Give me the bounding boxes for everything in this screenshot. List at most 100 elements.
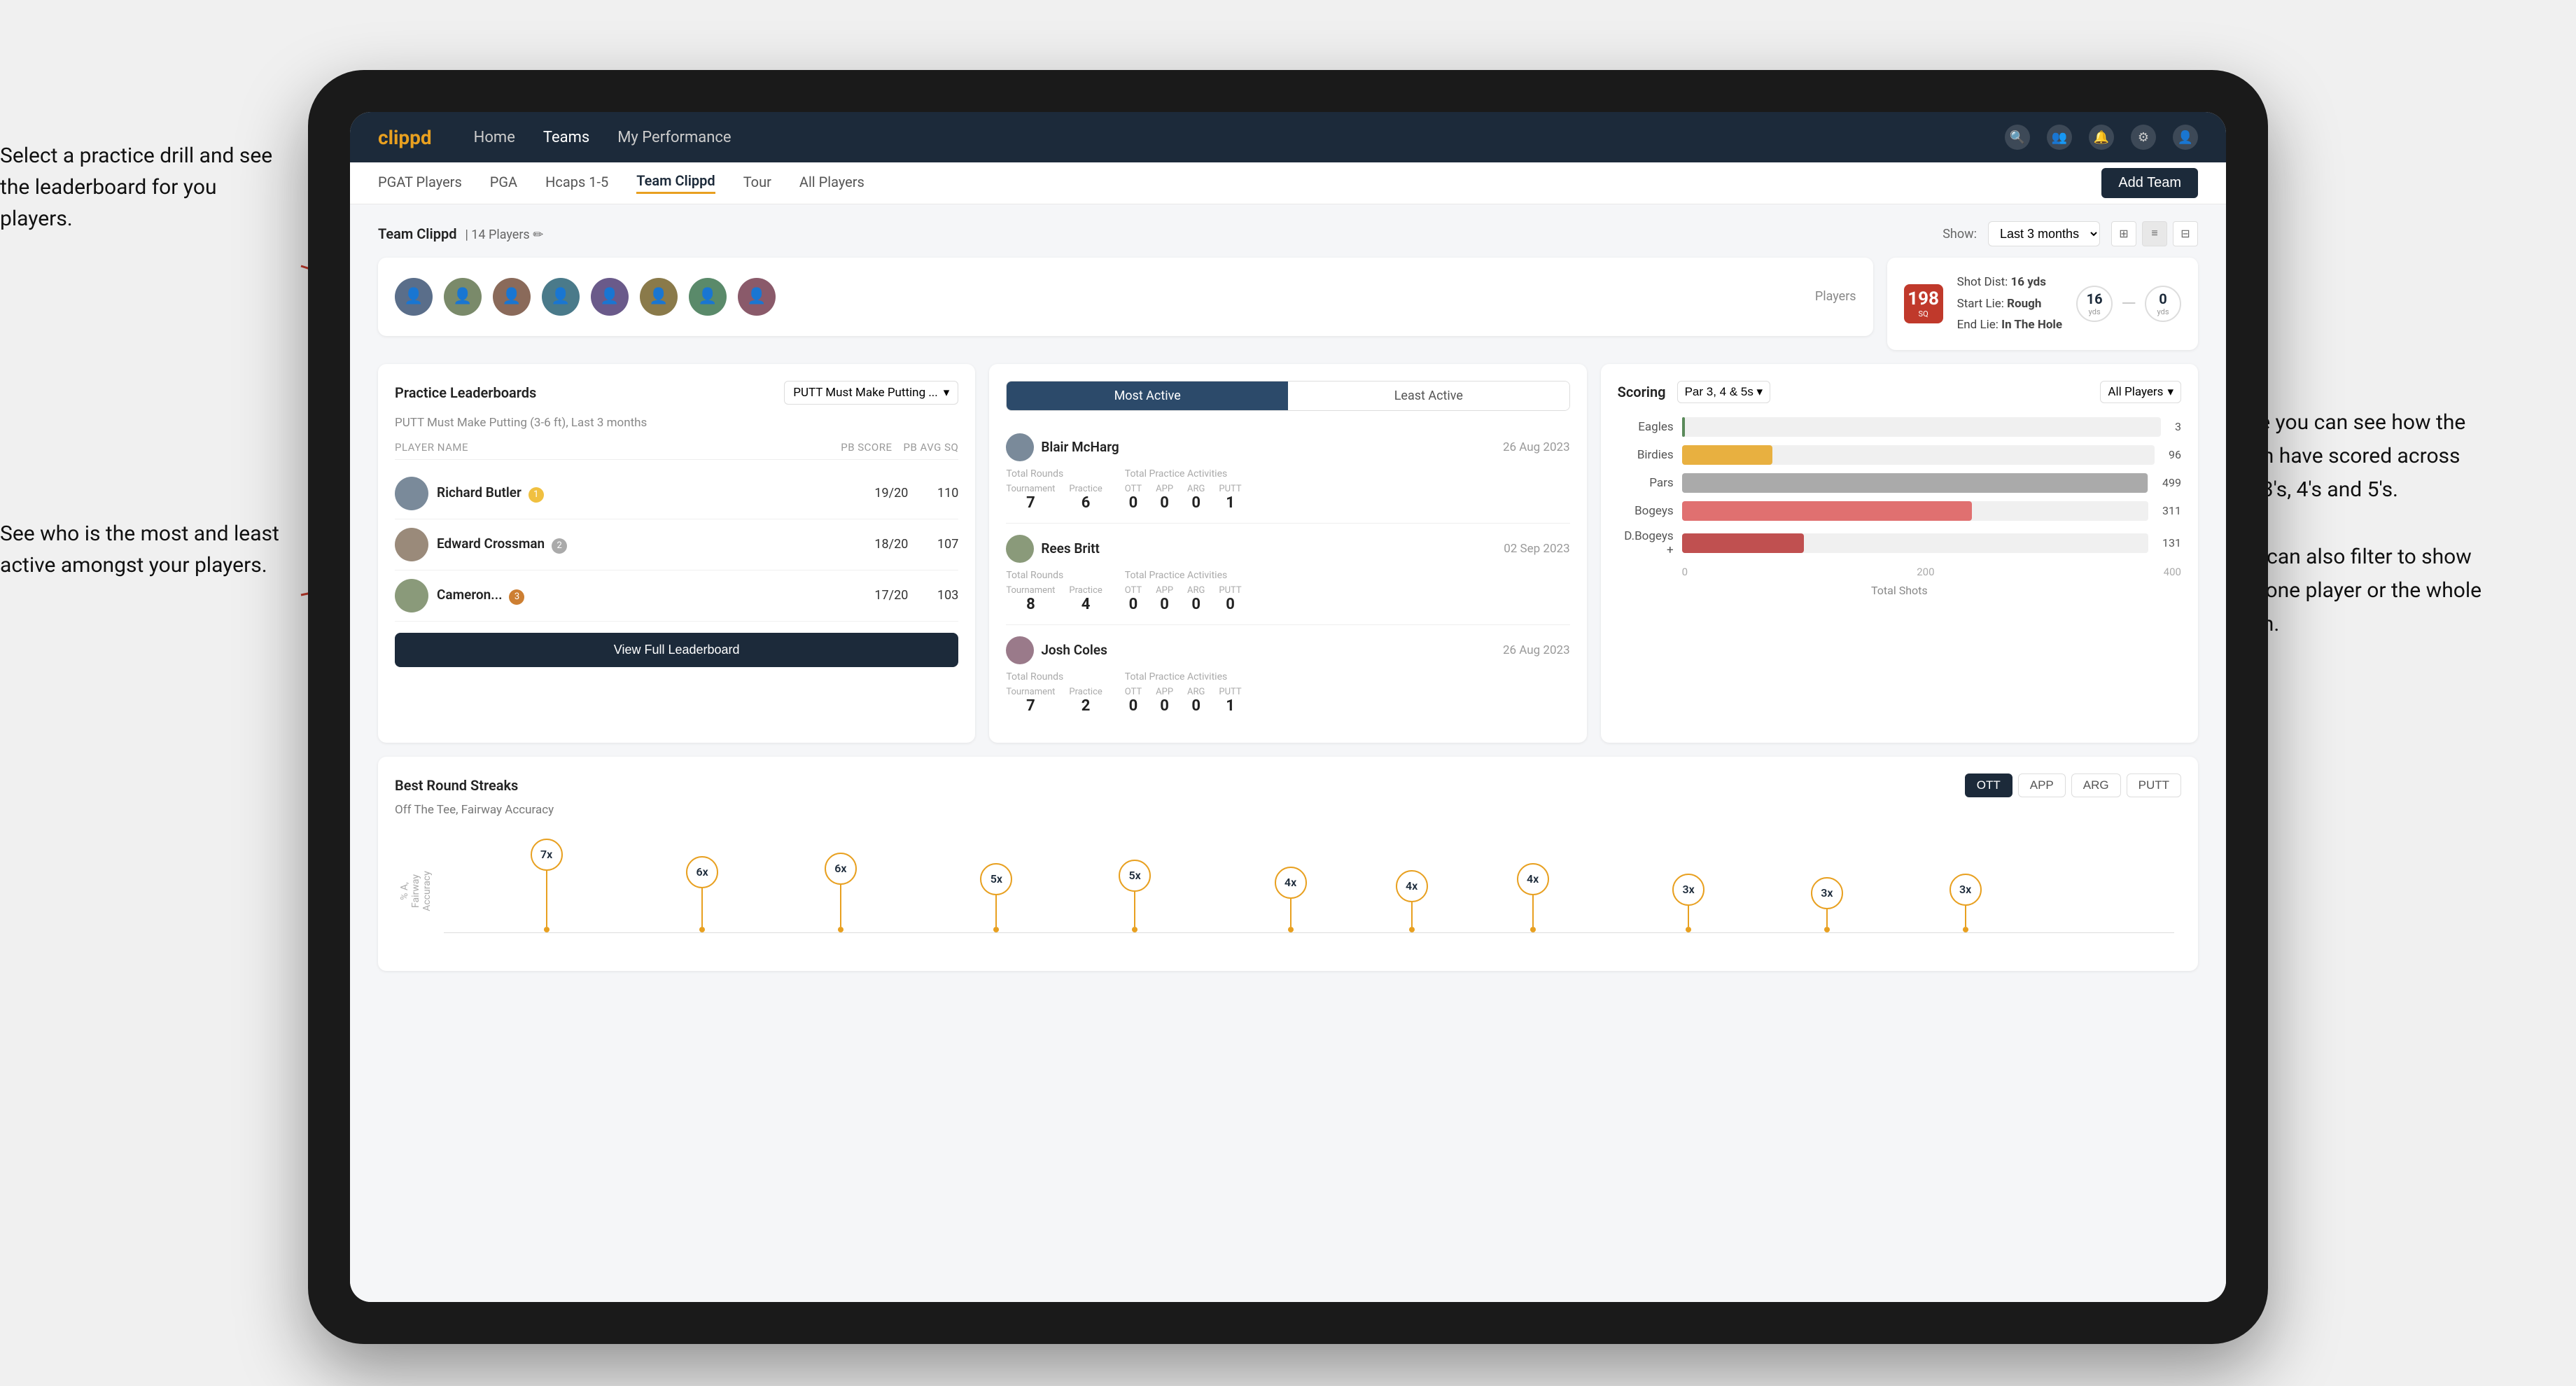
player-avatar-7[interactable]: 👤 (689, 278, 727, 316)
bar-row-eagles: Eagles 3 (1618, 417, 2181, 437)
player-avatar-8[interactable]: 👤 (738, 278, 776, 316)
add-team-button[interactable]: Add Team (2101, 168, 2198, 198)
lb-avatar-3 (395, 579, 428, 612)
lb-badge-gold: 1 (528, 487, 544, 503)
chart-x-labels: 0 200 400 (1618, 566, 2181, 578)
tab-most-active[interactable]: Most Active (1007, 382, 1288, 410)
lb-avg-1: 110 (930, 486, 958, 500)
bar-label-birdies: Birdies (1618, 448, 1674, 462)
people-icon[interactable]: 👥 (2047, 125, 2072, 150)
pa-avatar-josh (1006, 636, 1034, 664)
pa-app-blair: APP 0 (1156, 484, 1173, 512)
streaks-subtitle: Off The Tee, Fairway Accuracy (395, 803, 2181, 817)
show-label: Show: (1942, 227, 1977, 241)
lb-subtitle: PUTT Must Make Putting (3-6 ft), Last 3 … (395, 416, 958, 430)
pa-date-blair: 26 Aug 2023 (1503, 440, 1570, 454)
search-icon[interactable]: 🔍 (2005, 125, 2030, 150)
pa-practice-blair: Practice 6 (1069, 484, 1102, 512)
bell-icon[interactable]: 🔔 (2089, 125, 2114, 150)
streak-bubble-2: 6x (686, 856, 718, 932)
pa-avatar-blair (1006, 433, 1034, 461)
streak-filter-putt[interactable]: PUTT (2127, 774, 2181, 797)
subnav-pga[interactable]: PGA (490, 174, 517, 193)
pa-date-rees: 02 Sep 2023 (1504, 542, 1569, 556)
scoring-header: Scoring Par 3, 4 & 5s ▾ All Players▾ (1618, 381, 2181, 403)
nav-link-teams[interactable]: Teams (543, 129, 589, 146)
bar-track-bogeys (1682, 501, 2148, 521)
bar-label-pars: Pars (1618, 476, 1674, 490)
nav-link-performance[interactable]: My Performance (617, 129, 731, 146)
lb-avg-3: 103 (930, 588, 958, 603)
pa-putt-rees: PUTT0 (1219, 585, 1241, 613)
pa-stats-rees: Total Rounds Tournament 8 Practice 4 (1006, 570, 1569, 613)
subnav-team-clippd[interactable]: Team Clippd (636, 172, 715, 194)
nav-bar: clippd Home Teams My Performance 🔍 👥 🔔 ⚙… (350, 112, 2226, 162)
shot-info-card: 198 SQ Shot Dist: 16 yds Start Lie: Roug… (1887, 258, 2198, 350)
bar-track-dbogeys (1682, 533, 2148, 553)
pa-date-josh: 26 Aug 2023 (1503, 643, 1570, 657)
pa-practice-title-josh: Total Practice Activities (1125, 671, 1242, 682)
show-select[interactable]: Last 3 months Last 6 months Last year (1988, 221, 2100, 246)
bar-label-bogeys: Bogeys (1618, 504, 1674, 518)
player-avatar-6[interactable]: 👤 (640, 278, 678, 316)
user-avatar-icon[interactable]: 👤 (2173, 125, 2198, 150)
lb-dropdown[interactable]: PUTT Must Make Putting ... ▾ (784, 381, 958, 405)
nav-link-home[interactable]: Home (474, 129, 515, 146)
detail-view-button[interactable]: ⊟ (2173, 221, 2198, 246)
chart-x-title: Total Shots (1618, 584, 2181, 597)
lb-avatar-2 (395, 528, 428, 561)
lb-name-2: Edward Crossman (437, 536, 545, 552)
bar-value-pars: 499 (2162, 476, 2181, 489)
streak-circle-1: 7x (531, 839, 563, 871)
pa-header-blair: Blair McHarg 26 Aug 2023 (1006, 433, 1569, 461)
bar-row-dbogeys: D.Bogeys + 131 (1618, 529, 2181, 557)
shot-circle-1: 16 yds (2076, 286, 2113, 322)
lb-name-area-3: Cameron... 3 (437, 587, 858, 605)
shot-start-lie: Start Lie: Rough (1957, 293, 2063, 315)
team-header: Team Clippd | 14 Players ✏ Show: Last 3 … (378, 221, 2198, 246)
streak-filter-app[interactable]: APP (2018, 774, 2066, 797)
pa-ott-blair: OTT 0 (1125, 484, 1142, 512)
shot-details: Shot Dist: 16 yds Start Lie: Rough End L… (1957, 272, 2063, 336)
nav-icons: 🔍 👥 🔔 ⚙ 👤 (2005, 125, 2198, 150)
player-avatar-3[interactable]: 👤 (493, 278, 531, 316)
tablet-screen: clippd Home Teams My Performance 🔍 👥 🔔 ⚙… (350, 112, 2226, 1302)
streak-bubble-7: 4x (1396, 870, 1428, 932)
activity-tabs-container: Most Active Least Active (1006, 381, 1569, 411)
nav-logo: clippd (378, 126, 432, 149)
annotation-right: Here you can see how the team have score… (2226, 406, 2562, 641)
subnav-hcaps[interactable]: Hcaps 1-5 (545, 174, 608, 193)
pa-arg-rees: ARG0 (1187, 585, 1205, 613)
lb-avatar-1 (395, 477, 428, 510)
settings-icon[interactable]: ⚙ (2131, 125, 2156, 150)
scoring-player-filter[interactable]: All Players▾ (2100, 381, 2181, 403)
streak-filter-arg[interactable]: ARG (2071, 774, 2121, 797)
bar-label-eagles: Eagles (1618, 420, 1674, 434)
pa-ott-josh: OTT0 (1125, 687, 1142, 715)
view-full-leaderboard-button[interactable]: View Full Leaderboard (395, 633, 958, 667)
tab-least-active[interactable]: Least Active (1288, 382, 1569, 410)
player-avatar-4[interactable]: 👤 (542, 278, 580, 316)
player-avatar-1[interactable]: 👤 (395, 278, 433, 316)
lb-badge-bronze: 3 (509, 589, 524, 605)
bar-row-bogeys: Bogeys 311 (1618, 501, 2181, 521)
subnav-tour[interactable]: Tour (743, 174, 771, 193)
list-view-button[interactable]: ≡ (2142, 221, 2167, 246)
lb-name-area-2: Edward Crossman 2 (437, 536, 858, 554)
streak-filter-ott[interactable]: OTT (1965, 774, 2012, 797)
nav-links: Home Teams My Performance (474, 129, 2005, 146)
three-col-section: Practice Leaderboards PUTT Must Make Put… (378, 364, 2198, 743)
pa-name-rees: Rees Britt (1041, 540, 1100, 556)
annotation-bottom-left: See who is the most and least active amo… (0, 518, 294, 581)
player-avatar-2[interactable]: 👤 (444, 278, 482, 316)
player-activity-josh: Josh Coles 26 Aug 2023 Total Rounds Tour… (1006, 625, 1569, 726)
scoring-par-filter[interactable]: Par 3, 4 & 5s ▾ (1677, 381, 1771, 403)
grid-view-button[interactable]: ⊞ (2111, 221, 2136, 246)
subnav-pgat[interactable]: PGAT Players (378, 174, 462, 193)
scoring-card: Scoring Par 3, 4 & 5s ▾ All Players▾ Eag… (1601, 364, 2198, 743)
bar-value-eagles: 3 (2175, 420, 2181, 433)
pa-tournament-josh: Tournament7 (1006, 687, 1055, 715)
pa-rounds-values-rees: Tournament 8 Practice 4 (1006, 585, 1102, 613)
player-avatar-5[interactable]: 👤 (591, 278, 629, 316)
subnav-all-players[interactable]: All Players (799, 174, 864, 193)
